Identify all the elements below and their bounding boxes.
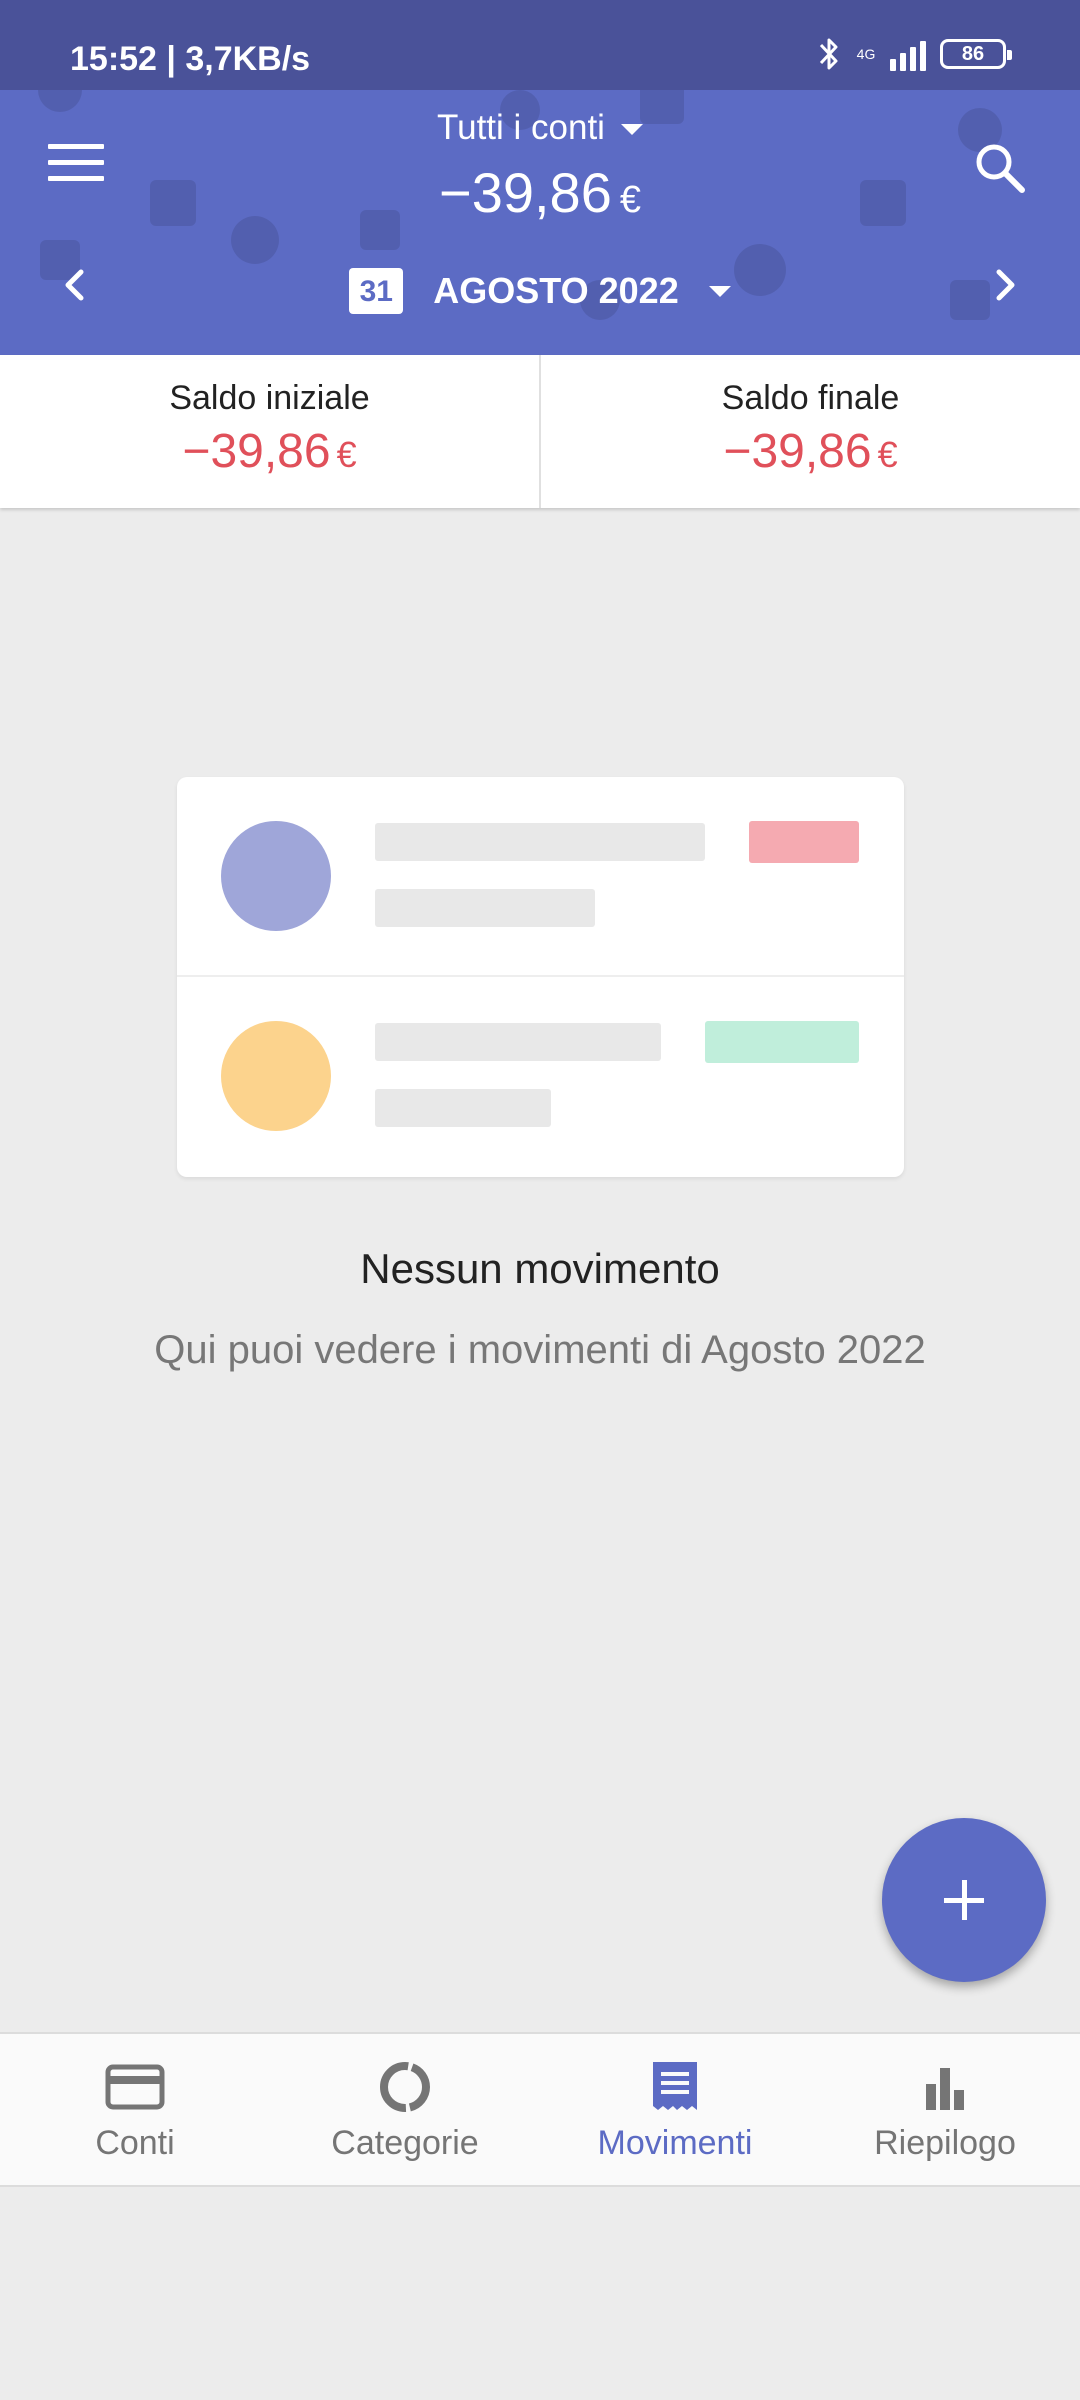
initial-balance-title: Saldo iniziale — [169, 379, 370, 417]
nav-item-movimenti[interactable]: Movimenti — [540, 2034, 810, 2185]
illustration-avatar — [221, 821, 331, 931]
nav-item-categorie[interactable]: Categorie — [270, 2034, 540, 2185]
nav-item-conti[interactable]: Conti — [0, 2034, 270, 2185]
illustration-line — [375, 1089, 551, 1127]
bottom-navigation: Conti Categorie Movimenti Riepilogo — [0, 2032, 1080, 2187]
calendar-icon: 31 — [349, 268, 404, 314]
app-header: Tutti i conti −39,86 € 31 AGOSTO 2022 — [0, 90, 1080, 355]
receipt-icon — [653, 2062, 697, 2110]
add-transaction-button[interactable] — [882, 1818, 1046, 1982]
empty-state-subtitle: Qui puoi vedere i movimenti di Agosto 20… — [154, 1328, 926, 1372]
total-balance-value: −39,86 — [439, 161, 612, 224]
status-icons: 4G 86 — [816, 34, 1012, 74]
initial-balance-value: −39,86 — [182, 425, 331, 478]
currency-symbol: € — [336, 434, 357, 475]
status-time-speed: 15:52 | 3,7KB/s — [70, 40, 311, 78]
illustration-line — [375, 889, 595, 927]
currency-symbol: € — [619, 179, 641, 221]
final-balance: Saldo finale −39,86 € — [539, 355, 1080, 508]
network-type: 4G — [856, 46, 876, 62]
credit-card-icon — [105, 2064, 165, 2110]
empty-state-title: Nessun movimento — [360, 1245, 720, 1292]
battery-icon: 86 — [940, 39, 1012, 69]
illustration-income-tag — [705, 1021, 859, 1063]
illustration-line — [375, 1023, 661, 1061]
initial-balance: Saldo iniziale −39,86 € — [0, 355, 539, 508]
caret-down-icon — [708, 285, 731, 297]
chevron-right-icon[interactable] — [980, 260, 1030, 310]
signal-icon — [890, 37, 926, 71]
donut-chart-icon — [380, 2062, 430, 2112]
nav-label: Riepilogo — [874, 2124, 1016, 2162]
month-selector[interactable]: 31 AGOSTO 2022 — [0, 268, 1080, 314]
illustration-expense-tag — [749, 821, 859, 863]
currency-symbol: € — [877, 434, 898, 475]
illustration-line — [375, 823, 705, 861]
illustration-row — [177, 977, 904, 1177]
search-icon[interactable] — [972, 140, 1028, 196]
account-selector[interactable]: Tutti i conti — [0, 108, 1080, 148]
bluetooth-icon — [819, 38, 838, 70]
account-selector-label: Tutti i conti — [437, 108, 605, 147]
nav-label: Conti — [95, 2124, 175, 2162]
nav-item-riepilogo[interactable]: Riepilogo — [810, 2034, 1080, 2185]
month-label: AGOSTO 2022 — [433, 270, 679, 311]
illustration-row — [177, 777, 904, 977]
bar-chart-icon — [926, 2068, 964, 2110]
status-bar: 15:52 | 3,7KB/s 4G 86 — [0, 0, 1080, 90]
final-balance-title: Saldo finale — [721, 379, 900, 417]
balance-summary: Saldo iniziale −39,86 € Saldo finale −39,… — [0, 355, 1080, 508]
illustration-avatar — [221, 1021, 331, 1131]
caret-down-icon — [620, 124, 643, 136]
nav-label: Movimenti — [597, 2124, 753, 2162]
final-balance-value: −39,86 — [723, 425, 872, 478]
empty-state-illustration — [177, 777, 904, 1177]
total-balance: −39,86 € — [0, 160, 1080, 225]
nav-label: Categorie — [331, 2124, 479, 2162]
